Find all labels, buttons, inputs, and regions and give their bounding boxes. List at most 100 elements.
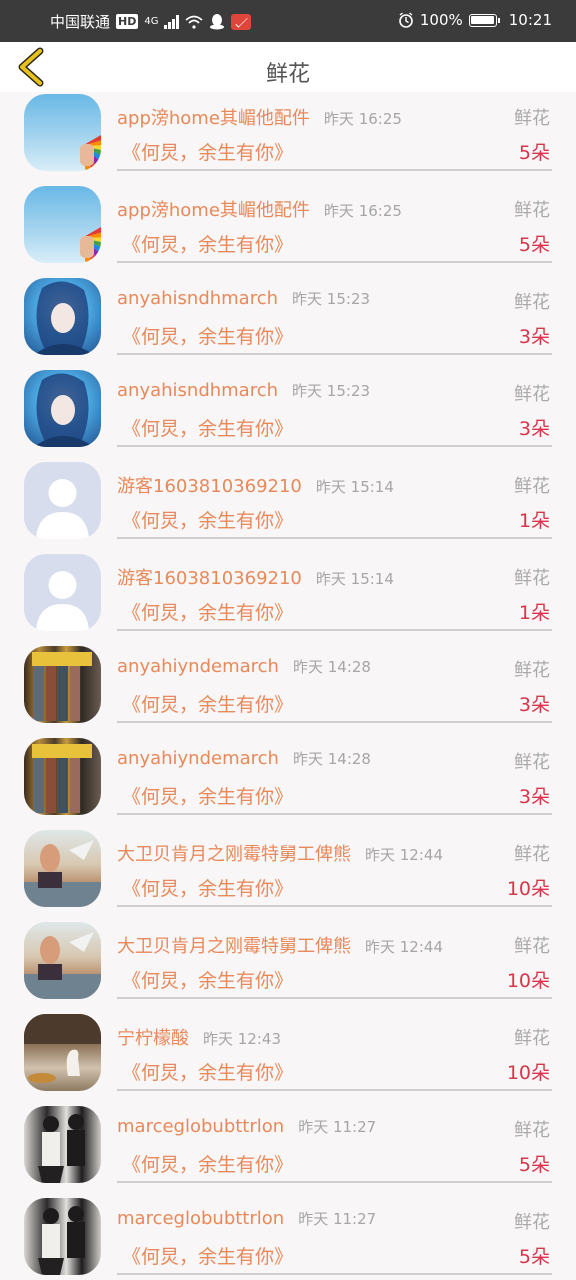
gift-category: 鲜花 <box>514 1212 550 1233</box>
gift-message: 《何炅，余生有你》 <box>122 418 294 440</box>
sender-name-text: anyahiyndemarch <box>117 656 279 677</box>
list-item-5[interactable]: 游客1603810369210 昨天 15:14 鲜花 《何炅，余生有你》 1朵 <box>0 460 576 552</box>
divider <box>117 905 552 907</box>
gift-category: 鲜花 <box>514 200 550 221</box>
avatar-fan[interactable] <box>24 94 101 171</box>
sender-name: anyahiyndemarch 昨天 14:28 <box>117 656 371 677</box>
alarm-icon <box>399 12 413 28</box>
gift-count: 1朵 <box>518 602 550 624</box>
signal-icon <box>164 14 180 29</box>
sender-name-text: 宁柠檬酸 <box>117 1028 189 1049</box>
sender-name: 游客1603810369210 昨天 15:14 <box>117 564 394 590</box>
list-item-9[interactable]: 大卫贝肯月之刚霉特舅工俾熊 昨天 12:44 鲜花 《何炅，余生有你》 10朵 <box>0 828 576 920</box>
timestamp: 昨天 15:14 <box>315 570 394 588</box>
list-item-11[interactable]: 宁柠檬酸 昨天 12:43 鲜花 《何炅，余生有你》 10朵 <box>0 1012 576 1104</box>
list-item-1[interactable]: app滂home其嵋他配件 昨天 16:25 鲜花 《何炅，余生有你》 5朵 <box>0 92 576 184</box>
sender-name-text: marceglobubttrlon <box>117 1116 285 1137</box>
avatar-bottles[interactable] <box>24 738 101 815</box>
gift-count: 10朵 <box>506 1062 550 1084</box>
sender-name: anyahisndhmarch 昨天 15:23 <box>117 288 370 309</box>
gift-message: 《何炅，余生有你》 <box>122 602 294 624</box>
divider <box>117 261 552 263</box>
divider <box>117 353 552 355</box>
gift-count: 5朵 <box>518 142 550 164</box>
timestamp: 昨天 16:25 <box>323 110 402 128</box>
hd-badge: HD <box>116 14 139 29</box>
gift-category: 鲜花 <box>514 844 550 865</box>
status-bar: 中国联通 HD 4G 100% 10:21 <box>0 0 576 42</box>
avatar-cafe[interactable] <box>24 1014 101 1091</box>
battery-icon <box>468 13 500 27</box>
sender-name: marceglobubttrlon 昨天 11:27 <box>117 1208 376 1229</box>
divider <box>117 997 552 999</box>
list-item-2[interactable]: app滂home其嵋他配件 昨天 16:25 鲜花 《何炅，余生有你》 5朵 <box>0 184 576 276</box>
clock: 10:21 <box>508 11 552 29</box>
gift-count: 10朵 <box>506 970 550 992</box>
gift-message: 《何炅，余生有你》 <box>122 786 294 808</box>
avatar-bottles[interactable] <box>24 646 101 723</box>
list-item-10[interactable]: 大卫贝肯月之刚霉特舅工俾熊 昨天 12:44 鲜花 《何炅，余生有你》 10朵 <box>0 920 576 1012</box>
divider <box>117 169 552 171</box>
status-left: 中国联通 HD 4G <box>50 11 252 32</box>
gift-count: 3朵 <box>518 326 550 348</box>
list-item-6[interactable]: 游客1603810369210 昨天 15:14 鲜花 《何炅，余生有你》 1朵 <box>0 552 576 644</box>
qq-icon <box>210 14 225 30</box>
gift-message: 《何炅，余生有你》 <box>122 1246 294 1268</box>
avatar-fan[interactable] <box>24 186 101 263</box>
gift-category: 鲜花 <box>514 752 550 773</box>
gift-category: 鲜花 <box>514 476 550 497</box>
list-item-8[interactable]: anyahiyndemarch 昨天 14:28 鲜花 《何炅，余生有你》 3朵 <box>0 736 576 828</box>
sender-name-text: anyahisndhmarch <box>117 380 279 401</box>
gift-count: 1朵 <box>518 510 550 532</box>
gift-message: 《何炅，余生有你》 <box>122 142 294 164</box>
battery-percent: 100% <box>419 11 463 29</box>
gift-count: 5朵 <box>518 234 550 256</box>
timestamp: 昨天 12:44 <box>365 846 443 864</box>
timestamp: 昨天 11:27 <box>298 1210 377 1228</box>
list-item-13[interactable]: marceglobubttrlon 昨天 11:27 鲜花 《何炅，余生有你》 5… <box>0 1196 576 1280</box>
timestamp: 昨天 12:44 <box>365 938 443 956</box>
network-type: 4G <box>144 16 159 27</box>
sender-name-text: app滂home其嵋他配件 <box>117 200 310 221</box>
sender-name-text: 大卫贝肯月之刚霉特舅工俾熊 <box>117 936 351 957</box>
divider <box>117 629 552 631</box>
divider <box>117 1089 552 1091</box>
list-item-12[interactable]: marceglobubttrlon 昨天 11:27 鲜花 《何炅，余生有你》 5… <box>0 1104 576 1196</box>
avatar-beach[interactable] <box>24 922 101 999</box>
avatar-anime[interactable] <box>24 370 101 447</box>
avatar-beach[interactable] <box>24 830 101 907</box>
gift-message: 《何炅，余生有你》 <box>122 878 294 900</box>
divider <box>117 537 552 539</box>
avatar-anime[interactable] <box>24 278 101 355</box>
gift-count: 3朵 <box>518 418 550 440</box>
list-item-7[interactable]: anyahiyndemarch 昨天 14:28 鲜花 《何炅，余生有你》 3朵 <box>0 644 576 736</box>
gift-count: 5朵 <box>518 1154 550 1176</box>
timestamp: 昨天 11:27 <box>298 1118 377 1136</box>
sender-name-text: 游客1603810369210 <box>117 568 302 589</box>
avatar-default[interactable] <box>24 554 101 631</box>
gift-category: 鲜花 <box>514 1028 550 1049</box>
sender-name-text: anyahisndhmarch <box>117 288 279 309</box>
sender-name: anyahiyndemarch 昨天 14:28 <box>117 748 371 769</box>
gift-message: 《何炅，余生有你》 <box>122 1154 294 1176</box>
avatar-couple[interactable] <box>24 1106 101 1183</box>
gift-message: 《何炅，余生有你》 <box>122 970 294 992</box>
avatar-couple[interactable] <box>24 1198 101 1275</box>
gift-message: 《何炅，余生有你》 <box>122 510 294 532</box>
gift-category: 鲜花 <box>514 660 550 681</box>
list-item-4[interactable]: anyahisndhmarch 昨天 15:23 鲜花 《何炅，余生有你》 3朵 <box>0 368 576 460</box>
flower-gift-list: app滂home其嵋他配件 昨天 16:25 鲜花 《何炅，余生有你》 5朵 ap… <box>0 92 576 1280</box>
timestamp: 昨天 12:43 <box>203 1030 281 1048</box>
gift-message: 《何炅，余生有你》 <box>122 326 294 348</box>
list-item-3[interactable]: anyahisndhmarch 昨天 15:23 鲜花 《何炅，余生有你》 3朵 <box>0 276 576 368</box>
sender-name: 大卫贝肯月之刚霉特舅工俾熊 昨天 12:44 <box>117 840 443 866</box>
timestamp: 昨天 15:14 <box>315 478 394 496</box>
timestamp: 昨天 14:28 <box>292 750 371 768</box>
sender-name-text: app滂home其嵋他配件 <box>117 108 310 129</box>
gift-message: 《何炅，余生有你》 <box>122 694 294 716</box>
page-title: 鲜花 <box>265 62 310 87</box>
divider <box>117 1181 552 1183</box>
timestamp: 昨天 16:25 <box>323 202 402 220</box>
gift-category: 鲜花 <box>514 1120 550 1141</box>
avatar-default[interactable] <box>24 462 101 539</box>
